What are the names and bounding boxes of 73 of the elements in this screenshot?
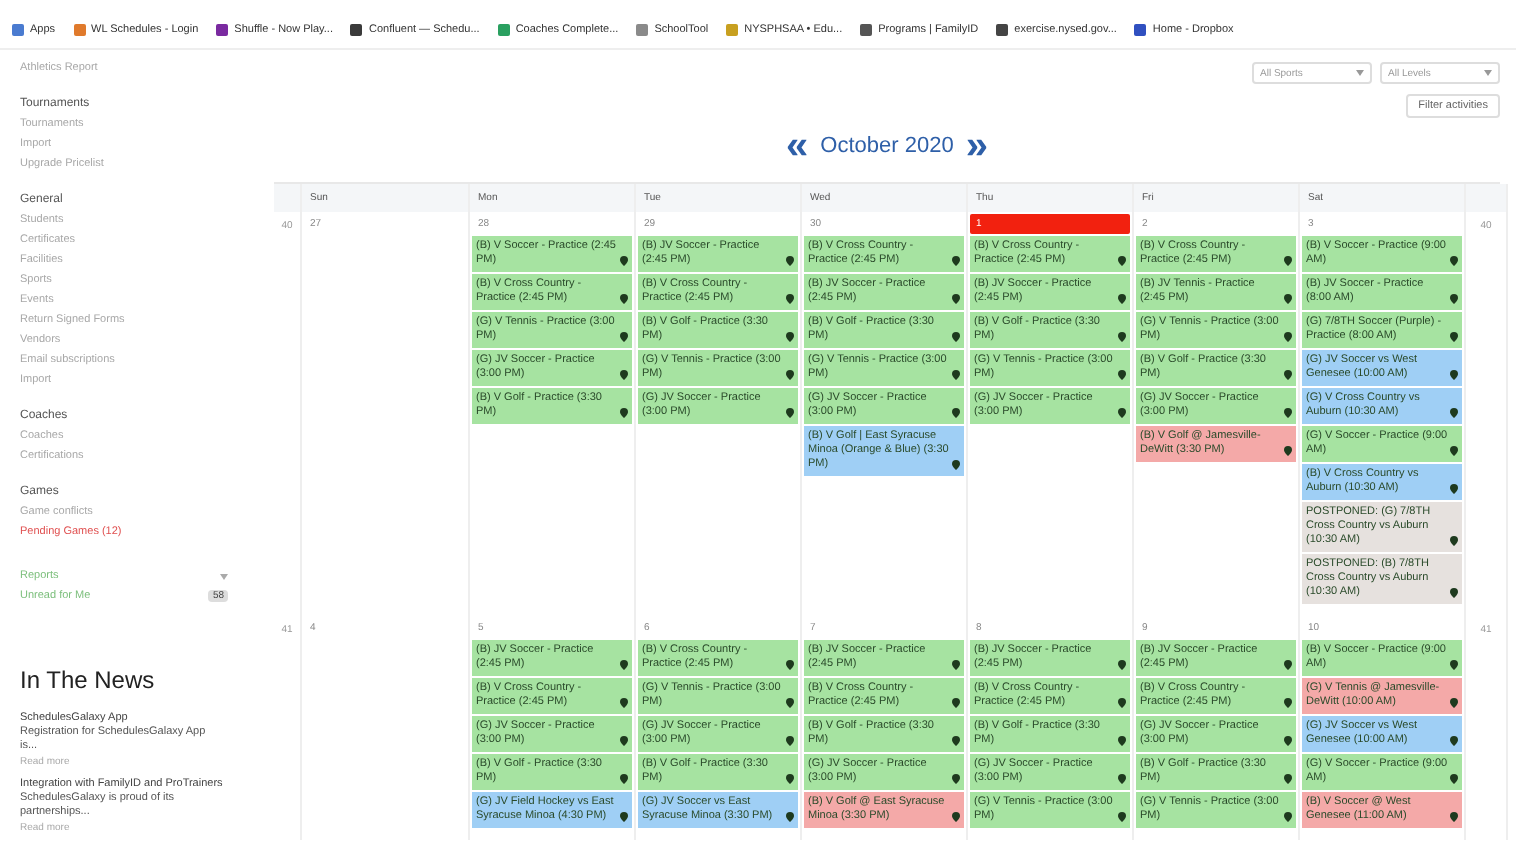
map-pin-icon xyxy=(1118,698,1126,708)
map-pin-icon xyxy=(952,294,960,304)
map-pin-icon xyxy=(952,774,960,784)
map-pin-icon xyxy=(1450,370,1458,380)
map-pin-icon xyxy=(786,698,794,708)
map-pin-icon xyxy=(620,660,628,670)
map-pin-icon xyxy=(952,370,960,380)
map-pin-icon xyxy=(1450,736,1458,746)
map-pin-icon xyxy=(1118,736,1126,746)
map-pin-icon xyxy=(786,256,794,266)
map-pin-icon xyxy=(620,370,628,380)
map-pin-icon xyxy=(1284,660,1292,670)
map-pin-icon xyxy=(620,408,628,418)
map-pin-icon xyxy=(1118,660,1126,670)
map-pin-icon xyxy=(786,774,794,784)
map-pin-icon xyxy=(1284,256,1292,266)
map-pin-icon xyxy=(1118,408,1126,418)
map-pin-icon xyxy=(786,370,794,380)
map-pin-icon xyxy=(1118,812,1126,822)
map-pin-icon xyxy=(952,408,960,418)
map-pin-icon xyxy=(952,256,960,266)
map-pin-icon xyxy=(786,660,794,670)
map-pin-icon xyxy=(1450,774,1458,784)
map-pin-icon xyxy=(620,736,628,746)
map-pin-icon xyxy=(1450,332,1458,342)
map-pin-icon xyxy=(1284,294,1292,304)
map-pin-icon xyxy=(620,294,628,304)
map-pin-icon xyxy=(786,408,794,418)
map-pin-icon xyxy=(620,332,628,342)
map-pin-icon xyxy=(1450,446,1458,456)
map-pin-icon xyxy=(786,736,794,746)
map-pin-icon xyxy=(786,332,794,342)
map-pin-icon xyxy=(1450,588,1458,598)
map-pin-icon xyxy=(952,660,960,670)
map-pin-icon xyxy=(952,812,960,822)
map-pin-icon xyxy=(1450,812,1458,822)
map-pin-icon xyxy=(1450,408,1458,418)
previous-month-button[interactable]: « xyxy=(786,132,809,160)
month-title: October 2020 xyxy=(820,134,954,158)
map-pin-icon xyxy=(1284,370,1292,380)
map-pin-icon xyxy=(952,698,960,708)
map-pin-icon xyxy=(620,698,628,708)
map-pin-icon xyxy=(1118,774,1126,784)
map-pin-icon xyxy=(952,460,960,470)
map-pin-icon xyxy=(1284,698,1292,708)
map-pin-icon xyxy=(1450,294,1458,304)
map-pin-icon xyxy=(1284,446,1292,456)
map-pin-icon xyxy=(1450,698,1458,708)
map-pin-icon xyxy=(1118,294,1126,304)
map-pin-icon xyxy=(620,812,628,822)
chevron-icon xyxy=(220,573,228,579)
map-pin-icon xyxy=(1450,660,1458,670)
map-pin-icon xyxy=(786,812,794,822)
map-pin-icon xyxy=(620,774,628,784)
map-pin-icon xyxy=(786,294,794,304)
map-pin-icon xyxy=(1284,408,1292,418)
map-pin-icon xyxy=(1118,370,1126,380)
map-pin-icon xyxy=(1284,774,1292,784)
map-pin-icon xyxy=(952,736,960,746)
news-heading: In The News xyxy=(20,666,157,694)
map-pin-icon xyxy=(1284,812,1292,822)
caret-icon xyxy=(1484,70,1492,76)
map-pin-icon xyxy=(1118,256,1126,266)
map-pin-icon xyxy=(1450,536,1458,546)
next-month-button[interactable]: » xyxy=(965,132,988,160)
map-pin-icon xyxy=(952,332,960,342)
map-pin-icon xyxy=(1284,736,1292,746)
caret-icon xyxy=(1356,70,1364,76)
map-pin-icon xyxy=(1450,484,1458,494)
map-pin-icon xyxy=(1450,256,1458,266)
map-pin-icon xyxy=(1284,332,1292,342)
map-pin-icon xyxy=(620,256,628,266)
map-pin-icon xyxy=(1118,332,1126,342)
